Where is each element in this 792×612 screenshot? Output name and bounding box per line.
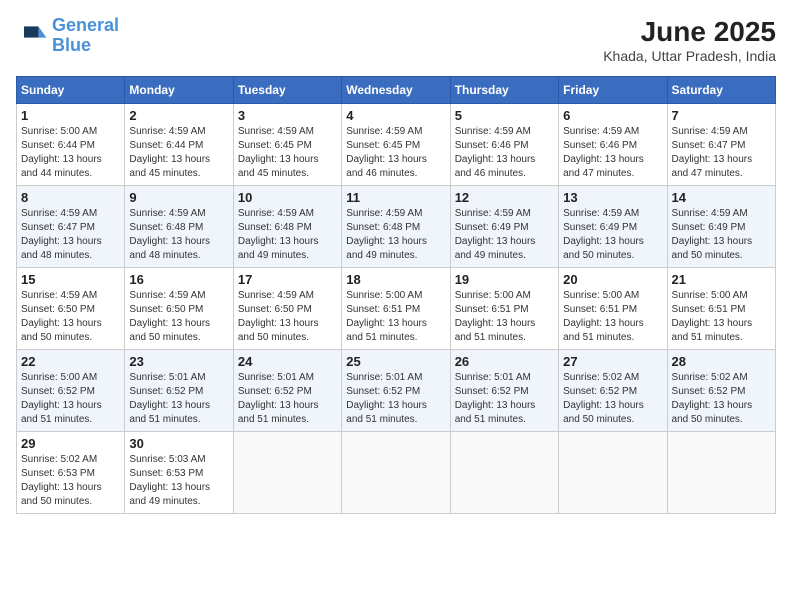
- month-year: June 2025: [603, 16, 776, 48]
- calendar-cell-empty: [233, 432, 341, 514]
- calendar-cell-5: 5Sunrise: 4:59 AMSunset: 6:46 PMDaylight…: [450, 104, 558, 186]
- calendar-cell-21: 21Sunrise: 5:00 AMSunset: 6:51 PMDayligh…: [667, 268, 775, 350]
- calendar-cell-12: 12Sunrise: 4:59 AMSunset: 6:49 PMDayligh…: [450, 186, 558, 268]
- calendar-cell-11: 11Sunrise: 4:59 AMSunset: 6:48 PMDayligh…: [342, 186, 450, 268]
- calendar-cell-22: 22Sunrise: 5:00 AMSunset: 6:52 PMDayligh…: [17, 350, 125, 432]
- calendar-cell-2: 2Sunrise: 4:59 AMSunset: 6:44 PMDaylight…: [125, 104, 233, 186]
- calendar-cell-14: 14Sunrise: 4:59 AMSunset: 6:49 PMDayligh…: [667, 186, 775, 268]
- calendar-cell-26: 26Sunrise: 5:01 AMSunset: 6:52 PMDayligh…: [450, 350, 558, 432]
- calendar-cell-17: 17Sunrise: 4:59 AMSunset: 6:50 PMDayligh…: [233, 268, 341, 350]
- header-day-monday: Monday: [125, 77, 233, 104]
- header-day-saturday: Saturday: [667, 77, 775, 104]
- logo-text: General Blue: [52, 16, 119, 56]
- calendar-cell-20: 20Sunrise: 5:00 AMSunset: 6:51 PMDayligh…: [559, 268, 667, 350]
- calendar-cell-empty: [342, 432, 450, 514]
- calendar-week-3: 22Sunrise: 5:00 AMSunset: 6:52 PMDayligh…: [17, 350, 776, 432]
- calendar-cell-15: 15Sunrise: 4:59 AMSunset: 6:50 PMDayligh…: [17, 268, 125, 350]
- title-block: June 2025 Khada, Uttar Pradesh, India: [603, 16, 776, 64]
- calendar-cell-empty: [667, 432, 775, 514]
- calendar-cell-4: 4Sunrise: 4:59 AMSunset: 6:45 PMDaylight…: [342, 104, 450, 186]
- calendar-week-2: 15Sunrise: 4:59 AMSunset: 6:50 PMDayligh…: [17, 268, 776, 350]
- logo-icon: [16, 20, 48, 52]
- calendar-cell-18: 18Sunrise: 5:00 AMSunset: 6:51 PMDayligh…: [342, 268, 450, 350]
- logo: General Blue: [16, 16, 119, 56]
- location: Khada, Uttar Pradesh, India: [603, 48, 776, 64]
- calendar-cell-28: 28Sunrise: 5:02 AMSunset: 6:52 PMDayligh…: [667, 350, 775, 432]
- calendar-cell-27: 27Sunrise: 5:02 AMSunset: 6:52 PMDayligh…: [559, 350, 667, 432]
- calendar-cell-29: 29Sunrise: 5:02 AMSunset: 6:53 PMDayligh…: [17, 432, 125, 514]
- calendar-header-row: SundayMondayTuesdayWednesdayThursdayFrid…: [17, 77, 776, 104]
- calendar-cell-7: 7Sunrise: 4:59 AMSunset: 6:47 PMDaylight…: [667, 104, 775, 186]
- header-day-sunday: Sunday: [17, 77, 125, 104]
- calendar-cell-30: 30Sunrise: 5:03 AMSunset: 6:53 PMDayligh…: [125, 432, 233, 514]
- calendar-table: SundayMondayTuesdayWednesdayThursdayFrid…: [16, 76, 776, 514]
- calendar-cell-23: 23Sunrise: 5:01 AMSunset: 6:52 PMDayligh…: [125, 350, 233, 432]
- header-day-wednesday: Wednesday: [342, 77, 450, 104]
- calendar-cell-empty: [559, 432, 667, 514]
- calendar-cell-6: 6Sunrise: 4:59 AMSunset: 6:46 PMDaylight…: [559, 104, 667, 186]
- calendar-week-4: 29Sunrise: 5:02 AMSunset: 6:53 PMDayligh…: [17, 432, 776, 514]
- calendar-cell-3: 3Sunrise: 4:59 AMSunset: 6:45 PMDaylight…: [233, 104, 341, 186]
- calendar-cell-8: 8Sunrise: 4:59 AMSunset: 6:47 PMDaylight…: [17, 186, 125, 268]
- header-day-friday: Friday: [559, 77, 667, 104]
- page-header: General Blue June 2025 Khada, Uttar Prad…: [16, 16, 776, 64]
- calendar-cell-16: 16Sunrise: 4:59 AMSunset: 6:50 PMDayligh…: [125, 268, 233, 350]
- calendar-cell-9: 9Sunrise: 4:59 AMSunset: 6:48 PMDaylight…: [125, 186, 233, 268]
- calendar-week-1: 8Sunrise: 4:59 AMSunset: 6:47 PMDaylight…: [17, 186, 776, 268]
- calendar-cell-19: 19Sunrise: 5:00 AMSunset: 6:51 PMDayligh…: [450, 268, 558, 350]
- calendar-cell-10: 10Sunrise: 4:59 AMSunset: 6:48 PMDayligh…: [233, 186, 341, 268]
- calendar-week-0: 1Sunrise: 5:00 AMSunset: 6:44 PMDaylight…: [17, 104, 776, 186]
- calendar-cell-empty: [450, 432, 558, 514]
- calendar-cell-25: 25Sunrise: 5:01 AMSunset: 6:52 PMDayligh…: [342, 350, 450, 432]
- calendar-cell-1: 1Sunrise: 5:00 AMSunset: 6:44 PMDaylight…: [17, 104, 125, 186]
- header-day-tuesday: Tuesday: [233, 77, 341, 104]
- header-day-thursday: Thursday: [450, 77, 558, 104]
- calendar-cell-24: 24Sunrise: 5:01 AMSunset: 6:52 PMDayligh…: [233, 350, 341, 432]
- calendar-cell-13: 13Sunrise: 4:59 AMSunset: 6:49 PMDayligh…: [559, 186, 667, 268]
